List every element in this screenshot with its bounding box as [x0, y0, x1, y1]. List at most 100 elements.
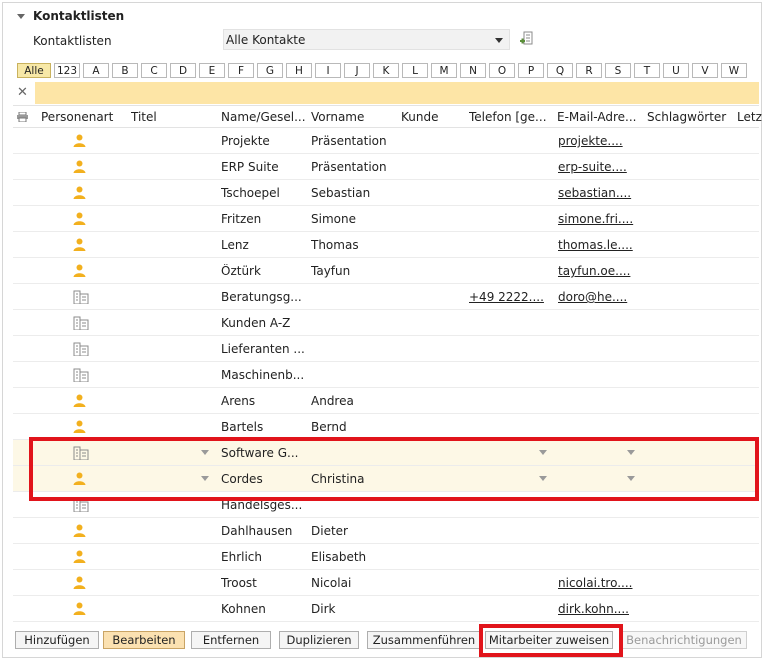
letter-filter-v[interactable]: V	[692, 63, 718, 78]
col-email[interactable]: E-Mail-Adre...	[557, 110, 645, 124]
letter-filter-i[interactable]: I	[315, 63, 341, 78]
contact-list-select[interactable]: Alle Kontakte	[223, 29, 510, 50]
col-telefon[interactable]: Telefon [ge...	[469, 110, 555, 124]
cell-name: Beratungsg...	[221, 290, 302, 304]
letter-filter-h[interactable]: H	[286, 63, 312, 78]
cell-email[interactable]: doro@he....	[558, 290, 638, 304]
table-row[interactable]: Projekte Präsentation projekte....	[13, 128, 759, 154]
letter-filter-b[interactable]: B	[112, 63, 138, 78]
cell-vorname: Elisabeth	[311, 550, 367, 564]
cell-email[interactable]: projekte....	[558, 134, 638, 148]
col-name[interactable]: Name/Gesel...	[221, 110, 307, 124]
cell-vorname: Dieter	[311, 524, 348, 538]
edit-button[interactable]: Bearbeiten	[103, 631, 185, 649]
titel-dropdown-icon[interactable]	[201, 476, 209, 481]
col-vorname[interactable]: Vorname	[311, 110, 397, 124]
add-list-icon[interactable]	[519, 31, 533, 47]
collapse-caret-icon[interactable]	[17, 13, 25, 19]
col-kunde[interactable]: Kunde	[401, 110, 469, 124]
cell-email[interactable]: simone.fri....	[558, 212, 638, 226]
cell-name: Öztürk	[221, 264, 261, 278]
cell-email[interactable]: erp-suite....	[558, 160, 638, 174]
titel-dropdown-icon[interactable]	[201, 450, 209, 455]
letter-filter-o[interactable]: O	[489, 63, 515, 78]
building-icon	[73, 290, 89, 304]
cell-vorname: Thomas	[311, 238, 359, 252]
telefon-dropdown-icon[interactable]	[539, 476, 547, 481]
table-row[interactable]: Fritzen Simone simone.fri....	[13, 206, 759, 232]
letter-filter-l[interactable]: L	[402, 63, 428, 78]
add-button[interactable]: Hinzufügen	[15, 631, 99, 649]
letter-filter-g[interactable]: G	[257, 63, 283, 78]
cell-email[interactable]: nicolai.tro....	[558, 576, 638, 590]
section-header[interactable]: Kontaktlisten	[17, 9, 124, 23]
cell-telefon[interactable]: +49 2222....	[469, 290, 547, 304]
letter-filter-m[interactable]: M	[431, 63, 457, 78]
telefon-dropdown-icon[interactable]	[539, 450, 547, 455]
letter-filter-f[interactable]: F	[228, 63, 254, 78]
cell-email[interactable]: sebastian....	[558, 186, 638, 200]
table-row[interactable]: Beratungsg... +49 2222.... doro@he....	[13, 284, 759, 310]
table-row[interactable]: ERP Suite Präsentation erp-suite....	[13, 154, 759, 180]
notifications-button: Benachrichtigungen	[621, 631, 747, 649]
cell-name: Dahlhausen	[221, 524, 293, 538]
cell-name: Fritzen	[221, 212, 262, 226]
table-row[interactable]: Kohnen Dirk dirk.kohn....	[13, 596, 759, 622]
letter-filter-k[interactable]: K	[373, 63, 399, 78]
letter-filter-q[interactable]: Q	[547, 63, 573, 78]
table-row[interactable]: Tschoepel Sebastian sebastian....	[13, 180, 759, 206]
cell-email[interactable]: tayfun.oe....	[558, 264, 638, 278]
cell-email[interactable]: dirk.kohn....	[558, 602, 638, 616]
contact-list-label: Kontaktlisten	[33, 34, 112, 48]
table-row[interactable]: Troost Nicolai nicolai.tro....	[13, 570, 759, 596]
col-personenart[interactable]: Personenart	[41, 110, 127, 124]
letter-filter-r[interactable]: R	[576, 63, 602, 78]
table-row[interactable]: Maschinenb...	[13, 362, 759, 388]
cell-vorname: Simone	[311, 212, 356, 226]
letter-filter-n[interactable]: N	[460, 63, 486, 78]
letter-filter-t[interactable]: T	[634, 63, 660, 78]
letter-filter-a[interactable]: A	[83, 63, 109, 78]
table-row[interactable]: Software G...	[13, 440, 759, 466]
email-dropdown-icon[interactable]	[627, 476, 635, 481]
person-icon	[73, 576, 86, 589]
merge-button[interactable]: Zusammenführen	[367, 631, 481, 649]
letter-filter-123[interactable]: 123	[54, 63, 80, 78]
col-titel[interactable]: Titel	[131, 110, 217, 124]
letter-filter-alle[interactable]: Alle	[17, 63, 51, 78]
button-bar: Hinzufügen Bearbeiten Entfernen Duplizie…	[15, 631, 761, 651]
table-row[interactable]: Lieferanten ...	[13, 336, 759, 362]
email-dropdown-icon[interactable]	[627, 450, 635, 455]
contacts-grid: Personenart Titel Name/Gesel... Vorname …	[13, 105, 762, 623]
filter-bar[interactable]	[35, 82, 759, 104]
cell-name: Cordes	[221, 472, 263, 486]
letter-filter-p[interactable]: P	[518, 63, 544, 78]
table-row[interactable]: Kunden A-Z	[13, 310, 759, 336]
table-row[interactable]: Lenz Thomas thomas.le....	[13, 232, 759, 258]
cell-name: Handelsges...	[221, 498, 303, 512]
print-icon[interactable]	[17, 112, 28, 122]
table-row[interactable]: Dahlhausen Dieter	[13, 518, 759, 544]
table-row[interactable]: Bartels Bernd	[13, 414, 759, 440]
col-schlagwoerter[interactable]: Schlagwörter	[647, 110, 735, 124]
letter-filter-s[interactable]: S	[605, 63, 631, 78]
table-row[interactable]: Cordes Christina	[13, 466, 759, 492]
table-row[interactable]: Arens Andrea	[13, 388, 759, 414]
clear-filter-icon[interactable]: ✕	[17, 85, 28, 100]
cell-name: Projekte	[221, 134, 270, 148]
letter-filter-e[interactable]: E	[199, 63, 225, 78]
letter-filter-j[interactable]: J	[344, 63, 370, 78]
col-letz[interactable]: Letz	[737, 110, 764, 124]
table-row[interactable]: Handelsges...	[13, 492, 759, 518]
letter-filter-c[interactable]: C	[141, 63, 167, 78]
assign-employee-button[interactable]: Mitarbeiter zuweisen	[485, 631, 613, 649]
person-icon	[73, 238, 86, 251]
remove-button[interactable]: Entfernen	[191, 631, 271, 649]
table-row[interactable]: Ehrlich Elisabeth	[13, 544, 759, 570]
cell-email[interactable]: thomas.le....	[558, 238, 638, 252]
duplicate-button[interactable]: Duplizieren	[279, 631, 359, 649]
letter-filter-d[interactable]: D	[170, 63, 196, 78]
table-row[interactable]: Öztürk Tayfun tayfun.oe....	[13, 258, 759, 284]
letter-filter-u[interactable]: U	[663, 63, 689, 78]
letter-filter-w[interactable]: W	[721, 63, 747, 78]
